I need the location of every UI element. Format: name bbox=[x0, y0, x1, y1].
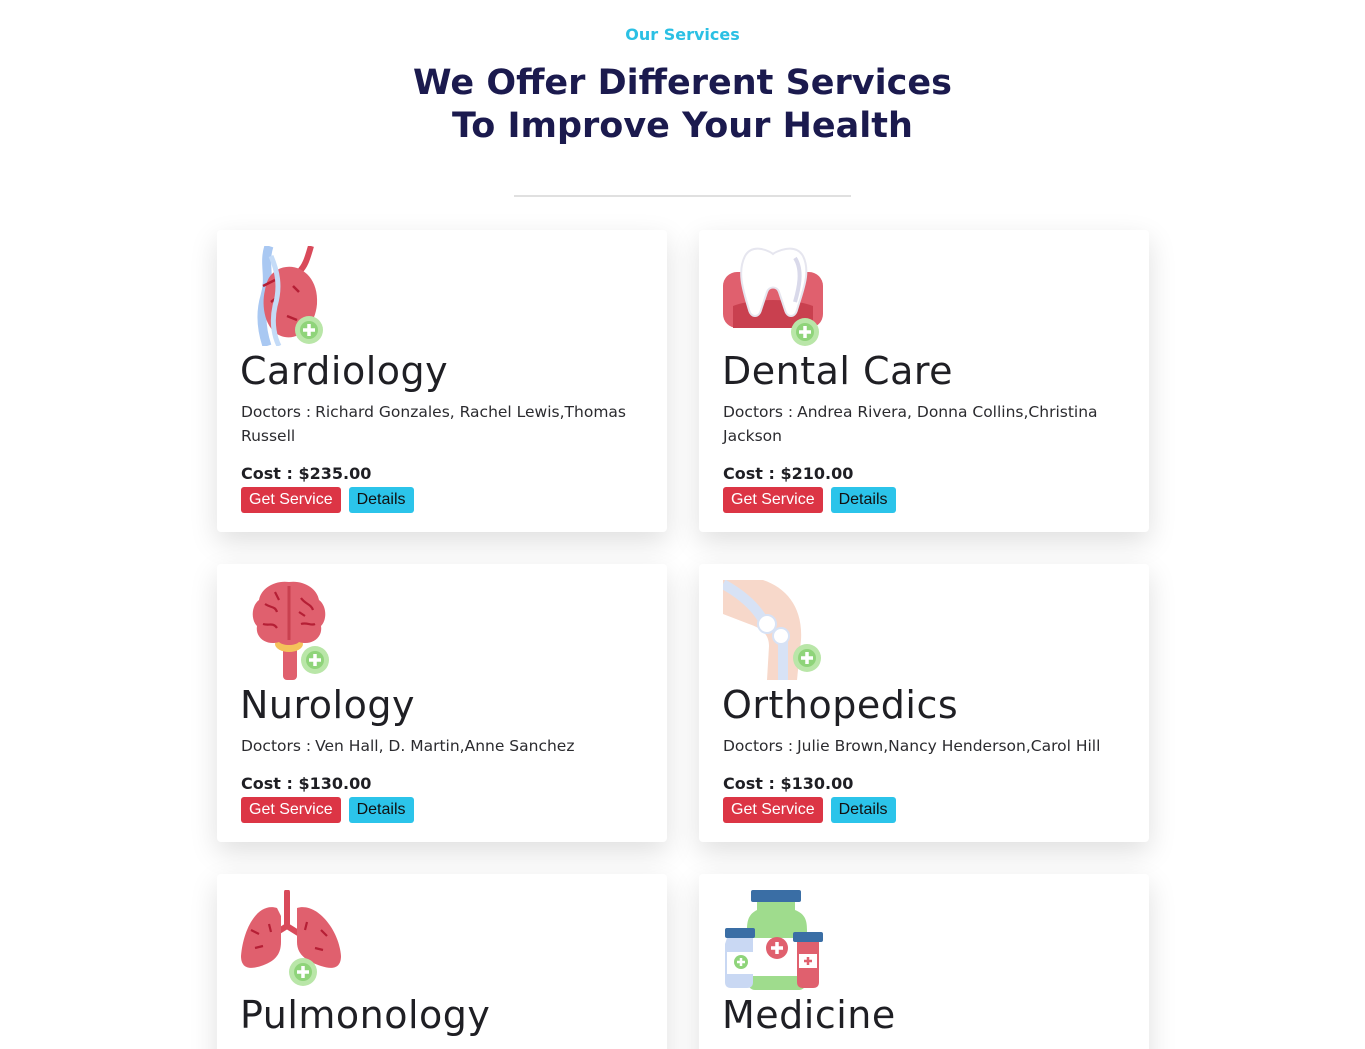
service-name: Medicine bbox=[722, 993, 896, 1037]
get-service-button[interactable]: Get Service bbox=[723, 487, 823, 513]
get-service-button[interactable]: Get Service bbox=[241, 797, 341, 823]
details-button[interactable]: Details bbox=[348, 487, 414, 513]
service-name: Dental Care bbox=[722, 349, 954, 393]
details-button[interactable]: Details bbox=[830, 797, 896, 823]
section-eyebrow: Our Services bbox=[625, 25, 740, 44]
service-card-orthopedics: Orthopedics Doctors : Julie Brown,Nancy H… bbox=[699, 564, 1149, 842]
service-name: Nurology bbox=[240, 683, 415, 727]
service-card-cardiology: Cardiology Doctors : Richard Gonzales, Ra… bbox=[217, 230, 667, 532]
section-headline: We Offer Different Services To Improve Y… bbox=[0, 62, 1365, 148]
headline-line-1: We Offer Different Services bbox=[413, 63, 952, 103]
service-cost: Cost : $210.00 bbox=[723, 464, 854, 483]
service-doctors: Doctors : Ven Hall, D. Martin,Anne Sanche… bbox=[241, 737, 575, 755]
service-name: Orthopedics bbox=[722, 683, 959, 727]
lungs-icon bbox=[241, 890, 341, 990]
service-card-medicine: Medicine bbox=[699, 874, 1149, 1049]
get-service-button[interactable]: Get Service bbox=[723, 797, 823, 823]
service-card-pulmonology: Pulmonology bbox=[217, 874, 667, 1049]
service-name: Cardiology bbox=[240, 349, 449, 393]
headline-line-2: To Improve Your Health bbox=[452, 106, 913, 146]
service-cost: Cost : $130.00 bbox=[723, 774, 854, 793]
medicine-bottles-icon bbox=[723, 890, 823, 990]
service-cost: Cost : $130.00 bbox=[241, 774, 372, 793]
section-divider bbox=[514, 195, 851, 197]
details-button[interactable]: Details bbox=[348, 797, 414, 823]
service-cost: Cost : $235.00 bbox=[241, 464, 372, 483]
get-service-button[interactable]: Get Service bbox=[241, 487, 341, 513]
service-doctors: Doctors : Richard Gonzales, Rachel Lewis,… bbox=[241, 403, 626, 445]
service-name: Pulmonology bbox=[240, 993, 491, 1037]
tooth-icon bbox=[723, 246, 823, 346]
service-card-nurology: Nurology Doctors : Ven Hall, D. Martin,An… bbox=[217, 564, 667, 842]
brain-icon bbox=[241, 580, 341, 680]
service-card-dental-care: Dental Care Doctors : Andrea Rivera, Donn… bbox=[699, 230, 1149, 532]
knee-joint-icon bbox=[723, 580, 823, 680]
service-doctors: Doctors : Andrea Rivera, Donna Collins,Ch… bbox=[723, 403, 1098, 445]
heart-icon bbox=[241, 246, 341, 346]
details-button[interactable]: Details bbox=[830, 487, 896, 513]
service-doctors: Doctors : Julie Brown,Nancy Henderson,Car… bbox=[723, 737, 1101, 755]
